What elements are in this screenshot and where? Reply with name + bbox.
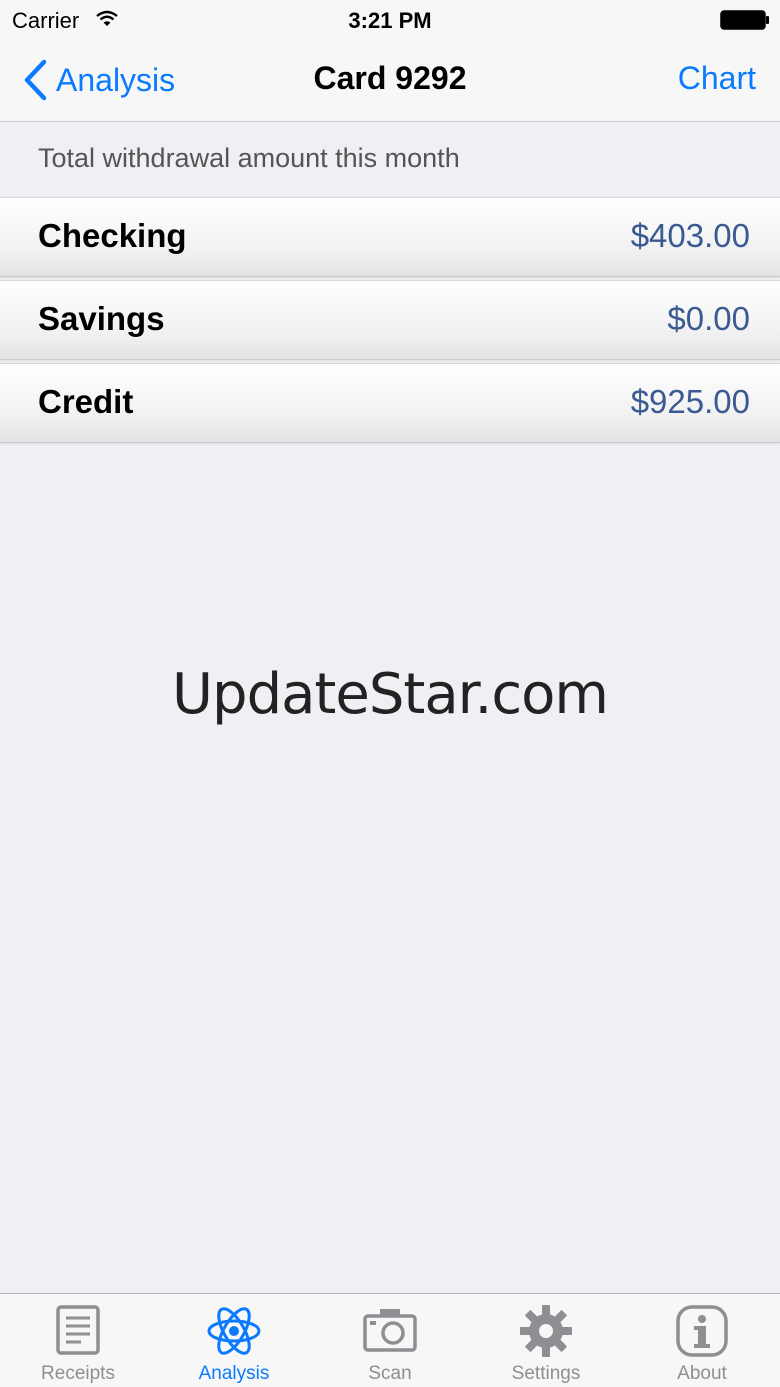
tab-scan[interactable]: Scan [312,1294,468,1387]
receipt-icon [56,1305,100,1355]
account-row-savings[interactable]: Savings $0.00 [0,280,780,360]
gear-icon [520,1305,572,1357]
tab-label: Settings [511,1363,581,1384]
account-row-checking[interactable]: Checking $403.00 [0,197,780,277]
row-value: $925.00 [630,383,750,420]
row-label: Credit [38,383,134,420]
tab-bar: Receipts Analysis Scan Settings About [0,1293,780,1387]
account-row-credit[interactable]: Credit $925.00 [0,363,780,443]
battery-icon [720,10,769,30]
tab-label: Receipts [41,1363,115,1384]
atom-icon [207,1307,261,1355]
tab-analysis[interactable]: Analysis [156,1294,312,1387]
row-value: $403.00 [630,217,750,254]
tab-receipts[interactable]: Receipts [0,1294,156,1387]
section-header: Total withdrawal amount this month [0,122,780,196]
section-header-text: Total withdrawal amount this month [38,143,460,173]
page-title: Card 9292 [313,60,467,96]
camera-icon [363,1309,417,1352]
status-time: 3:21 PM [348,8,432,33]
chart-button[interactable]: Chart [678,60,756,97]
info-icon [676,1305,728,1357]
row-label: Savings [38,300,165,337]
watermark-text: UpdateStar.com [172,662,609,727]
row-value: $0.00 [667,300,750,337]
navigation-bar: Analysis Card 9292 Chart [0,40,780,122]
tab-label: Scan [368,1363,412,1384]
tab-label: About [677,1363,727,1384]
tab-settings[interactable]: Settings [468,1294,624,1387]
status-bar: Carrier 3:21 PM [0,0,780,40]
tab-about[interactable]: About [624,1294,780,1387]
tab-label: Analysis [198,1363,270,1384]
row-label: Checking [38,217,187,254]
